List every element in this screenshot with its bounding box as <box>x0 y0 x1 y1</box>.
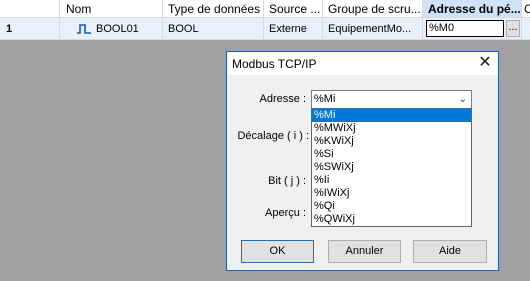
modbus-dialog: Modbus TCP/IP ✕ Adresse : %Mi ⌄ %Mi %MWi… <box>226 51 499 271</box>
list-item[interactable]: %Mi <box>312 109 471 122</box>
list-item[interactable]: %QWiXj <box>312 213 471 226</box>
variables-grid: Nom Type de données Source ... Groupe de… <box>0 0 530 40</box>
dialog-titlebar[interactable]: Modbus TCP/IP ✕ <box>227 52 498 75</box>
address-browse-button[interactable]: ... <box>506 20 520 37</box>
address-dropdown-list[interactable]: %Mi %MWiXj %KWiXj %Si %SWiXj %Ii %IWiXj … <box>311 108 472 227</box>
header-address[interactable]: Adresse du pé... <box>423 0 522 17</box>
ok-button[interactable]: OK <box>241 240 314 263</box>
dialog-title: Modbus TCP/IP <box>232 56 317 71</box>
list-item[interactable]: %MWiXj <box>312 122 471 135</box>
address-select-value: %Mi <box>314 93 336 105</box>
bit-label: Bit ( j ) : <box>268 175 306 187</box>
table-row[interactable]: 1 BOOL01 BOOL Externe EquipementMo... %M… <box>0 18 530 40</box>
list-item[interactable]: %Ii <box>312 174 471 187</box>
row-number: 1 <box>0 18 60 39</box>
header-group[interactable]: Groupe de scru... <box>323 0 423 17</box>
list-item[interactable]: %IWiXj <box>312 187 471 200</box>
cell-source[interactable]: Externe <box>264 18 323 39</box>
preview-label: Aperçu : <box>265 207 306 219</box>
header-extra[interactable]: C <box>522 0 530 17</box>
list-item[interactable]: %Qi <box>312 200 471 213</box>
header-rownum <box>0 0 60 17</box>
cell-group[interactable]: EquipementMo... <box>323 18 423 39</box>
cancel-button[interactable]: Annuler <box>328 240 401 263</box>
address-input[interactable]: %M0 <box>426 20 504 37</box>
list-item[interactable]: %KWiXj <box>312 135 471 148</box>
cell-extra[interactable] <box>522 18 530 39</box>
header-nom[interactable]: Nom <box>60 0 163 17</box>
list-item[interactable]: %Si <box>312 148 471 161</box>
header-source[interactable]: Source ... <box>264 0 323 17</box>
cell-name-text: BOOL01 <box>96 22 139 35</box>
close-icon[interactable]: ✕ <box>476 55 494 73</box>
cell-type[interactable]: BOOL <box>163 18 264 39</box>
grid-header: Nom Type de données Source ... Groupe de… <box>0 0 530 18</box>
help-button[interactable]: Aide <box>413 240 487 263</box>
chevron-down-icon[interactable]: ⌄ <box>459 91 467 108</box>
address-label: Adresse : <box>259 93 306 105</box>
header-type[interactable]: Type de données <box>163 0 264 17</box>
address-select[interactable]: %Mi ⌄ <box>311 90 472 109</box>
list-item[interactable]: %SWiXj <box>312 161 471 174</box>
cell-name[interactable]: BOOL01 <box>60 18 163 39</box>
boolean-signal-icon <box>77 23 91 34</box>
offset-label: Décalage ( i ) : <box>237 130 309 142</box>
